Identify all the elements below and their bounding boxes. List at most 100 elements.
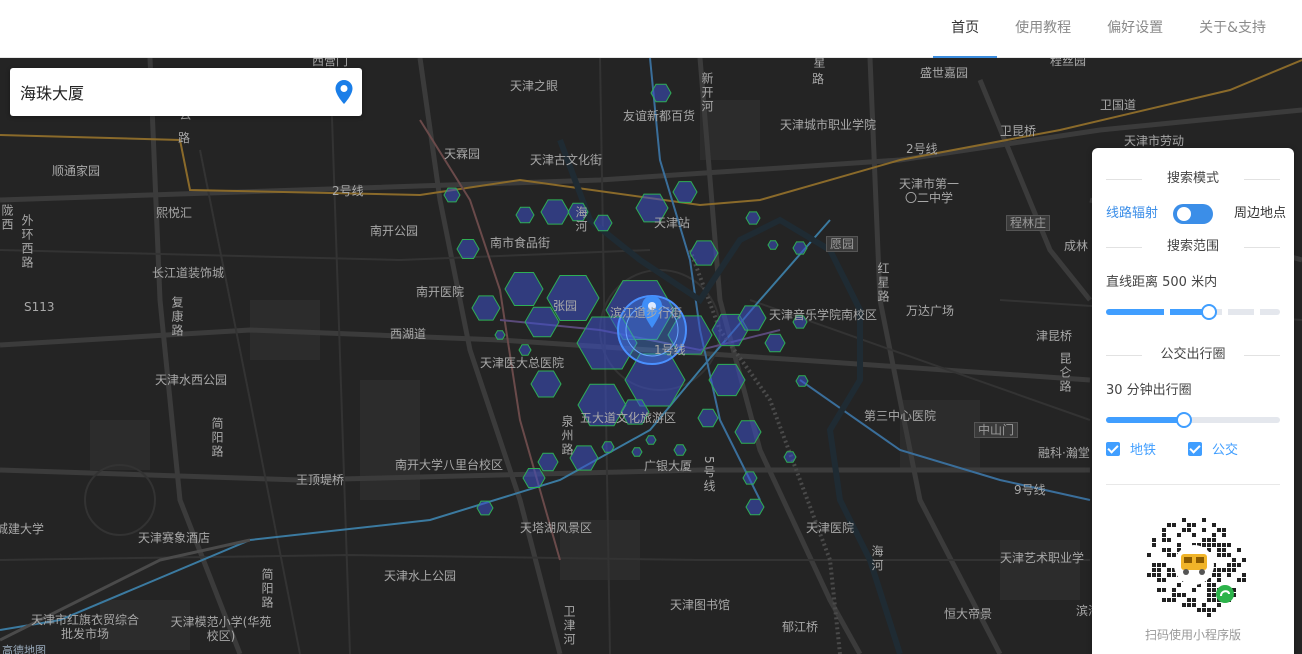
mode-line-radiation-label[interactable]: 线路辐射 — [1106, 204, 1158, 224]
map-label: 天霖园 — [444, 147, 481, 161]
map-label: 泉州路 — [560, 415, 574, 457]
map-label: 第三中心医院 — [864, 409, 937, 423]
map-label: 简阳路 — [260, 568, 274, 610]
map-label: 路 — [178, 131, 191, 145]
map-label: 卫国道 — [1100, 98, 1137, 112]
coverage-hexagon — [443, 187, 461, 203]
map-label: 郁江桥 — [782, 620, 819, 634]
map-label: 陇西 — [0, 204, 14, 232]
map-label: 西营门 — [312, 58, 349, 68]
map-label: 广银大厦 — [644, 459, 693, 473]
coverage-hexagon — [650, 83, 672, 103]
map-label: 红星路 — [876, 262, 890, 304]
app-root: 西营门天津之眼新开河星路盛世嘉园程丝园云路友谊新都百货天津城市职业学院卫国道卫昆… — [0, 0, 1302, 654]
map-label: 天津市红旗衣贸综合批发市场 — [30, 613, 139, 641]
map-label: 天津城市职业学院 — [780, 118, 877, 132]
location-pin-icon[interactable] — [332, 79, 356, 105]
map-label: 张园 — [553, 299, 578, 313]
main-nav: 首页 使用教程 偏好设置 关于&支持 — [933, 0, 1284, 58]
coverage-hexagon — [504, 272, 544, 306]
slider-stop — [1222, 309, 1228, 315]
settings-panel: 搜索模式 线路辐射 周边地点 搜索范围 直线距离 500 米内 公交出行圈 30… — [1092, 148, 1294, 654]
map-label: 天津市第一〇二中学 — [898, 177, 959, 205]
map-logo: 高德地图 — [2, 644, 46, 654]
map-label: 程林庄 — [1006, 215, 1051, 231]
bus-label: 公交 — [1212, 443, 1239, 458]
coverage-hexagon — [795, 375, 809, 387]
map-label: 天津艺术职业学 — [1000, 551, 1085, 565]
map-label: 天津水西公园 — [155, 373, 228, 387]
map-label: 路 — [812, 72, 825, 86]
map-label: 5号线 — [702, 456, 716, 494]
map-label: 愿园 — [826, 236, 859, 252]
time-slider-handle[interactable] — [1176, 412, 1193, 428]
map-label: 海河 — [574, 206, 588, 234]
coverage-hexagon — [764, 333, 786, 353]
nav-about-support[interactable]: 关于&支持 — [1181, 0, 1284, 58]
coverage-hexagon — [476, 500, 494, 516]
map-label: 南市食品街 — [490, 236, 551, 250]
coverage-hexagon — [742, 471, 758, 485]
map-label: 天津赛象酒店 — [138, 531, 211, 545]
search-input[interactable] — [20, 68, 330, 116]
coverage-hexagon — [673, 444, 687, 456]
mode-nearby-places-label[interactable]: 周边地点 — [1234, 204, 1286, 224]
search-range-title: 搜索范围 — [1106, 238, 1280, 256]
panel-divider — [1106, 484, 1280, 485]
map-label: 长江道装饰城 — [152, 266, 225, 280]
map-label: 复康路 — [170, 296, 184, 338]
map-label: S113 — [24, 300, 55, 314]
map-label: 天津医大总医院 — [480, 356, 565, 370]
toggle-knob — [1177, 207, 1191, 221]
coverage-hexagon — [792, 241, 808, 255]
map-label: 城建大学 — [0, 522, 45, 536]
map-label: 融科·瀚堂 — [1038, 446, 1090, 460]
coverage-hexagon — [697, 408, 719, 428]
time-slider-fill — [1106, 417, 1185, 423]
nav-tutorial[interactable]: 使用教程 — [997, 0, 1089, 58]
nav-home[interactable]: 首页 — [933, 0, 998, 58]
distance-text: 直线距离 500 米内 — [1106, 275, 1218, 290]
coverage-hexagon — [518, 344, 532, 356]
coverage-hexagon — [745, 498, 765, 516]
coverage-hexagon — [537, 452, 559, 472]
map-label: 卫津河 — [562, 605, 576, 647]
map-label: 王顶堤桥 — [296, 473, 345, 487]
map-label: 滨江道步行街 — [610, 306, 683, 320]
mini-program-qr-code — [1140, 511, 1248, 619]
qr-caption: 扫码使用小程序版 — [1144, 628, 1241, 642]
map-label: 五大道文化旅游区 — [580, 411, 677, 425]
map-label: 天津图书馆 — [670, 598, 731, 612]
search-mode-row: 线路辐射 周边地点 — [1106, 204, 1286, 224]
metro-check-icon — [1106, 442, 1120, 456]
map-label: 程丝园 — [1050, 58, 1087, 68]
map-label: 南开公园 — [370, 224, 419, 238]
nav-preferences[interactable]: 偏好设置 — [1089, 0, 1181, 58]
distance-slider-fill — [1106, 309, 1209, 315]
coverage-hexagon — [767, 240, 779, 250]
time-slider[interactable] — [1106, 412, 1280, 428]
map-label: 1号线 — [654, 343, 686, 357]
map-label: 外环西路 — [20, 214, 34, 270]
search-mode-title: 搜索模式 — [1106, 170, 1280, 188]
coverage-hexagon — [471, 295, 501, 321]
search-mode-toggle[interactable] — [1173, 204, 1213, 224]
slider-stop — [1164, 309, 1170, 315]
slider-stop — [1254, 309, 1260, 315]
map-label: 津昆桥 — [1036, 329, 1073, 343]
metro-label: 地铁 — [1130, 443, 1157, 458]
metro-checkbox[interactable]: 地铁 — [1106, 442, 1156, 458]
map-label: 友谊新都百货 — [623, 109, 696, 123]
coverage-hexagon — [672, 181, 698, 203]
map-label: 新开河 — [700, 72, 714, 114]
bus-checkbox[interactable]: 公交 — [1188, 442, 1238, 458]
coverage-hexagon — [494, 330, 506, 340]
distance-slider[interactable] — [1106, 304, 1280, 320]
search-box — [10, 68, 362, 116]
distance-slider-handle[interactable] — [1200, 304, 1217, 320]
map-label: 2号线 — [332, 184, 364, 198]
coverage-hexagon — [540, 199, 570, 225]
map-label: 熙悦汇 — [156, 206, 193, 220]
coverage-hexagon — [522, 468, 546, 488]
map-label: 9号线 — [1014, 483, 1046, 497]
